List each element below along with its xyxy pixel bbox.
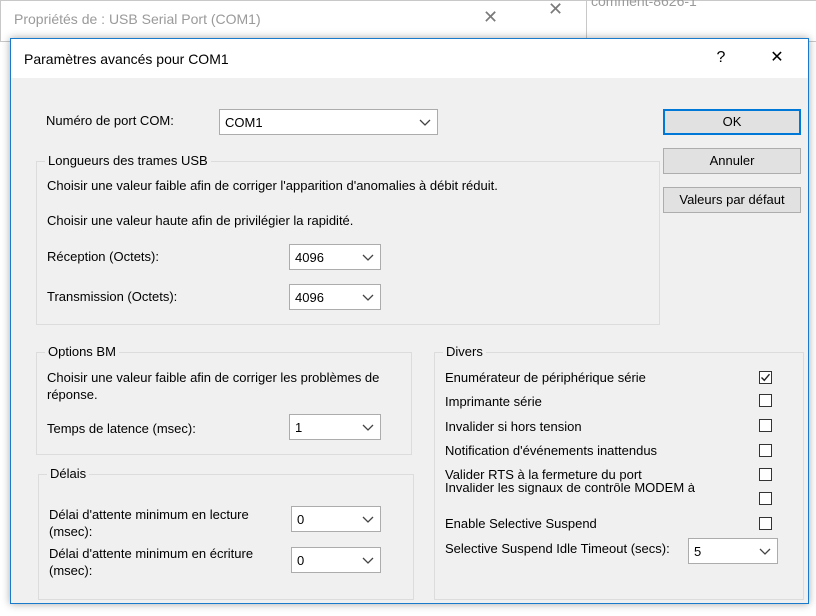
write-timeout-value: 0 (297, 553, 305, 568)
chevron-down-icon (362, 424, 374, 431)
misc-item-label: Enumérateur de périphérique série (445, 370, 646, 385)
misc-checkbox[interactable] (759, 371, 772, 384)
misc-checkbox[interactable] (759, 444, 772, 457)
misc-checkbox[interactable] (759, 517, 772, 530)
suspend-timeout-value: 5 (694, 544, 702, 559)
misc-item-label: Invalider les signaux de contrôle MODEM … (445, 483, 696, 499)
dialog-titlebar: Paramètres avancés pour COM1 ? ✕ (11, 39, 808, 78)
misc-checkbox[interactable] (759, 468, 772, 481)
misc-item-clip: Invalider les signaux de contrôle MODEM … (445, 483, 735, 499)
defaults-button[interactable]: Valeurs par défaut (663, 187, 801, 213)
transmission-select[interactable]: 4096 (289, 284, 381, 310)
suspend-timeout-select[interactable]: 5 (688, 538, 778, 564)
background-close-icon[interactable]: ✕ (483, 7, 498, 28)
latency-select[interactable]: 1 (289, 414, 381, 440)
background-window: Propriétés de : USB Serial Port (COM1) ✕ (0, 0, 512, 42)
reception-label: Réception (Octets): (47, 249, 159, 264)
com-port-select[interactable]: COM1 (219, 109, 438, 135)
cancel-button[interactable]: Annuler (663, 148, 801, 174)
misc-checkbox[interactable] (759, 492, 772, 505)
background-window-title: Propriétés de : USB Serial Port (COM1) (14, 11, 261, 27)
usb-desc-low: Choisir une valeur faible afin de corrig… (47, 178, 498, 193)
read-timeout-select[interactable]: 0 (291, 506, 381, 532)
latency-value: 1 (295, 420, 303, 435)
checkmark-icon (761, 373, 771, 382)
transmission-label: Transmission (Octets): (47, 289, 178, 304)
usb-frames-title: Longueurs des trames USB (45, 153, 211, 168)
chevron-down-icon (362, 254, 374, 261)
reception-select[interactable]: 4096 (289, 244, 381, 270)
misc-item-label: Invalider si hors tension (445, 419, 582, 434)
background-close-icon-2[interactable]: ✕ (548, 0, 563, 20)
write-timeout-select[interactable]: 0 (291, 547, 381, 573)
misc-item-label: Valider RTS à la fermeture du port (445, 467, 642, 482)
misc-checkbox[interactable] (759, 419, 772, 432)
read-timeout-label: Délai d'attente minimum en lecture (msec… (49, 507, 249, 539)
chevron-down-icon (759, 548, 771, 555)
reception-value: 4096 (295, 250, 324, 265)
help-button[interactable]: ? (701, 45, 741, 71)
chevron-down-icon (362, 557, 374, 564)
bm-options-title: Options BM (45, 344, 119, 359)
advanced-settings-dialog: Paramètres avancés pour COM1 ? ✕ Numéro … (10, 38, 809, 604)
background-window-2: ✕ (510, 0, 587, 42)
bm-desc: Choisir une valeur faible afin de corrig… (47, 370, 380, 402)
misc-checkbox[interactable] (759, 394, 772, 407)
transmission-value: 4096 (295, 290, 324, 305)
misc-item-label: Notification d'événements inattendus (445, 443, 658, 458)
chevron-down-icon (362, 516, 374, 523)
com-port-label: Numéro de port COM: (46, 113, 174, 128)
write-timeout-label: Délai d'attente minimum en écriture (mse… (49, 546, 254, 578)
chevron-down-icon (419, 119, 431, 126)
com-port-value: COM1 (225, 115, 263, 130)
dialog-title: Paramètres avancés pour COM1 (24, 51, 229, 67)
ok-button[interactable]: OK (663, 109, 801, 135)
misc-item-label: Imprimante série (445, 394, 542, 409)
close-button[interactable]: ✕ (757, 45, 797, 71)
timeouts-title: Délais (47, 466, 90, 481)
background-window-3-title: comment-8626-1 (591, 0, 697, 9)
chevron-down-icon (362, 294, 374, 301)
background-window-3: comment-8626-1 (586, 0, 816, 42)
read-timeout-value: 0 (297, 512, 305, 527)
suspend-timeout-label: Selective Suspend Idle Timeout (secs): (445, 541, 670, 556)
misc-title: Divers (443, 344, 486, 359)
misc-item-label: Enable Selective Suspend (445, 516, 597, 531)
latency-label: Temps de latence (msec): (47, 421, 196, 436)
usb-desc-high: Choisir une valeur haute afin de privilé… (47, 213, 354, 228)
